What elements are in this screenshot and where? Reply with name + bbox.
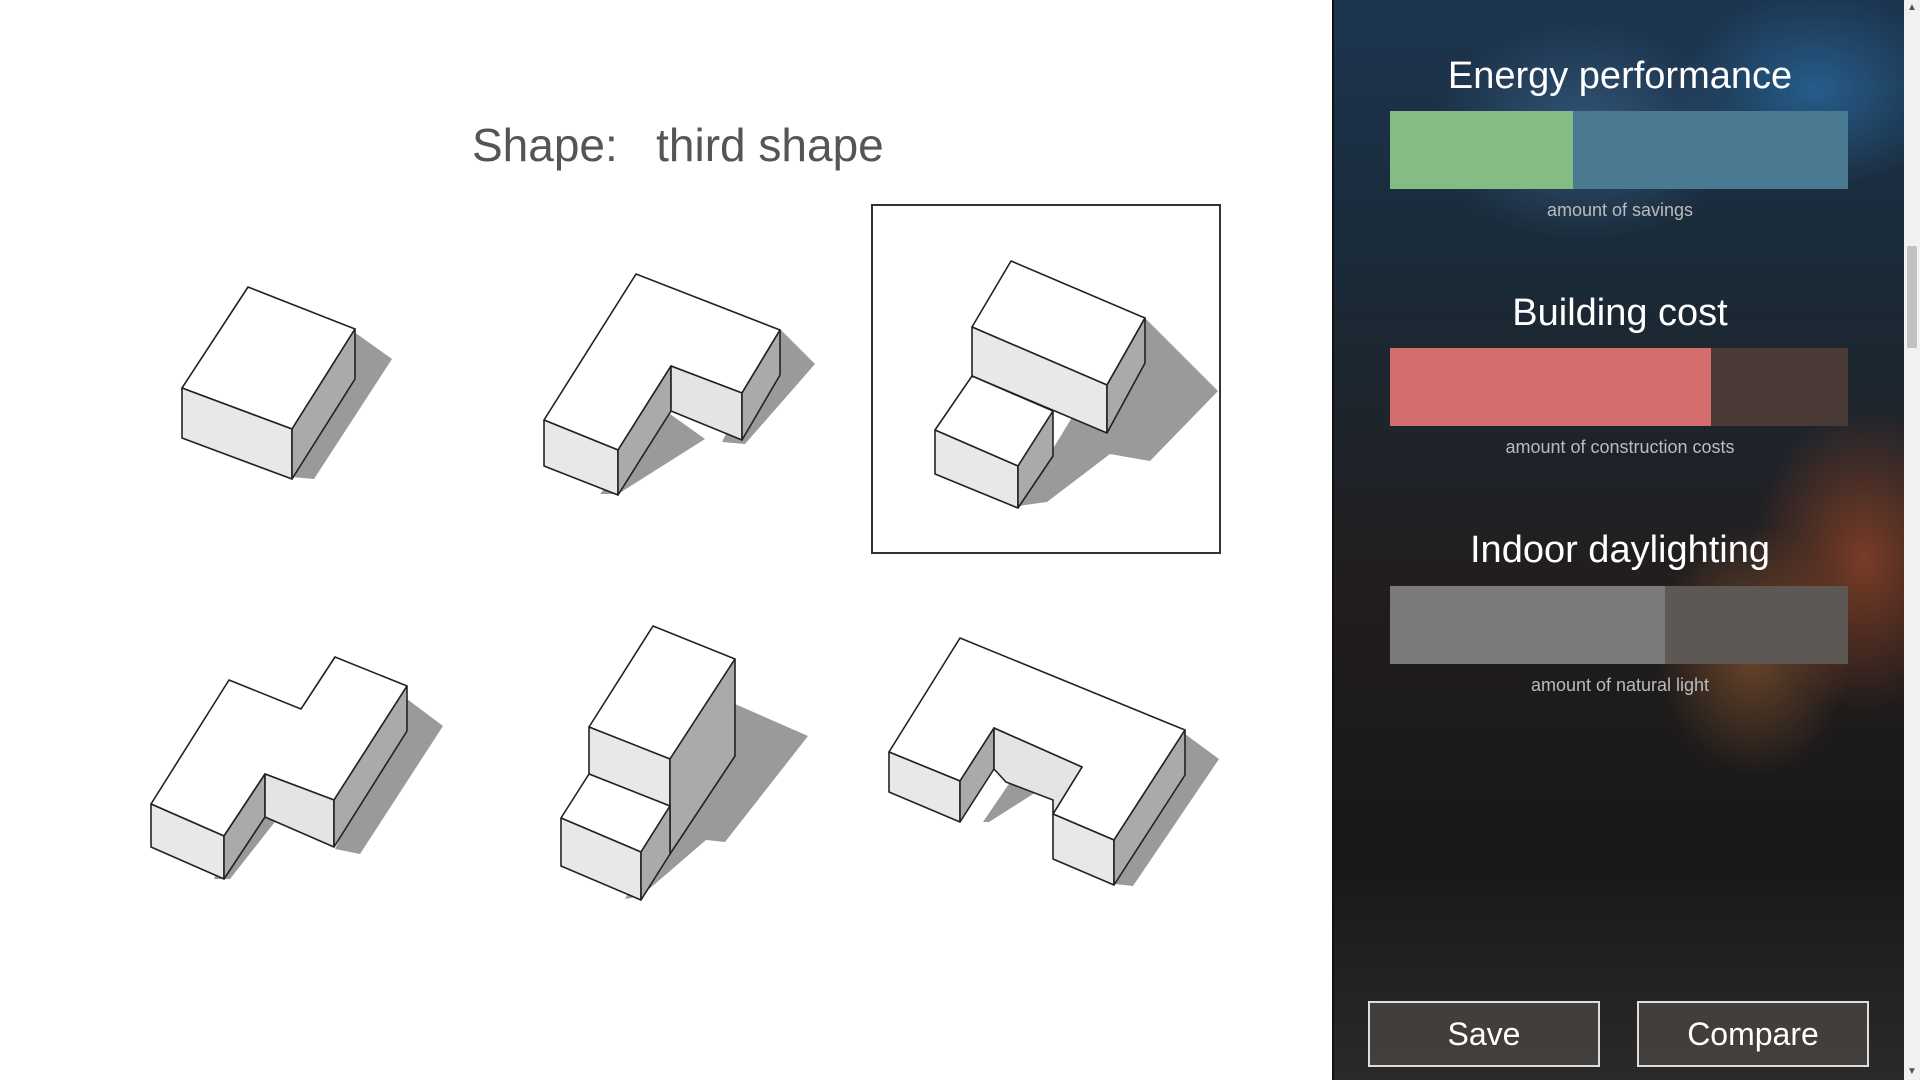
results-panel: Energy performance amount of savings Bui…	[1332, 0, 1906, 1080]
indoor-daylighting-subtitle: amount of natural light	[1530, 675, 1710, 695]
shape-option-6[interactable]	[871, 604, 1221, 954]
energy-performance-subtitle: amount of savings	[1546, 200, 1694, 220]
indoor-daylighting-fill	[1390, 586, 1665, 664]
main-area: Shape: third shape	[0, 0, 1332, 1080]
building-cost-title: Building cost	[1512, 292, 1728, 334]
shape-4-icon	[150, 656, 443, 880]
shape-2-icon	[543, 273, 815, 496]
scroll-thumb[interactable]	[1907, 246, 1917, 348]
indoor-daylighting-title: Indoor daylighting	[1470, 529, 1770, 571]
energy-performance-title: Energy performance	[1447, 55, 1793, 97]
shape-option-4[interactable]	[120, 604, 470, 954]
indoor-daylighting-bar	[1390, 586, 1848, 664]
building-cost-bar	[1390, 348, 1848, 426]
shape-heading: Shape: third shape	[472, 118, 884, 172]
vertical-scrollbar[interactable]: ▲ ▼	[1904, 0, 1920, 1080]
shape-1-icon	[181, 286, 392, 480]
shape-value: third shape	[656, 119, 884, 171]
energy-performance-fill	[1390, 111, 1574, 189]
shape-5-icon	[560, 625, 808, 901]
building-cost-subtitle: amount of construction costs	[1505, 437, 1735, 457]
shape-label: Shape:	[472, 119, 618, 171]
save-button[interactable]: Save	[1368, 1001, 1600, 1067]
shape-option-5[interactable]	[490, 604, 840, 954]
shape-6-icon	[888, 637, 1219, 886]
shape-option-1[interactable]	[120, 204, 470, 554]
energy-performance-bar	[1390, 111, 1848, 189]
shape-option-2[interactable]	[490, 204, 840, 554]
building-cost-fill	[1390, 348, 1711, 426]
shape-3-icon	[934, 260, 1218, 509]
shape-option-3[interactable]	[871, 204, 1221, 554]
scroll-down-icon[interactable]: ▼	[1904, 1064, 1920, 1080]
compare-button[interactable]: Compare	[1637, 1001, 1869, 1067]
scroll-up-icon[interactable]: ▲	[1904, 0, 1920, 16]
